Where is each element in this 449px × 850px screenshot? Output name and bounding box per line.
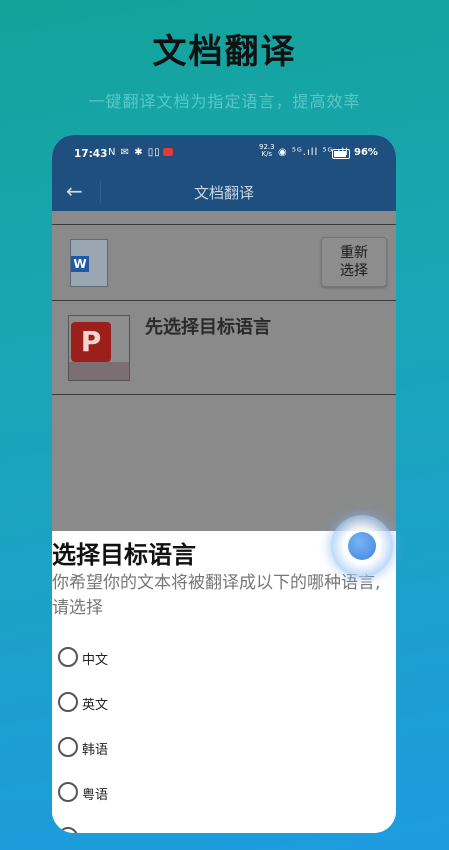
radio-button[interactable]: [58, 737, 78, 757]
notification-icons-text: N ✉ ✱ ▯▯: [108, 147, 161, 158]
radio-button[interactable]: [58, 692, 78, 712]
network-speed: 92.3 K/s: [259, 144, 275, 158]
radio-button[interactable]: [58, 827, 78, 833]
option-label: 粤语: [82, 788, 109, 803]
option-label: 日语: [82, 829, 108, 833]
sheet-description: 你希望你的文本将被翻译成以下的哪种语言,请选择: [52, 573, 381, 618]
word-file-icon[interactable]: W: [70, 239, 108, 287]
ppt-file-icon[interactable]: P: [68, 315, 130, 381]
promo-subtitle: 一键翻译文档为指定语言，提高效率: [88, 92, 361, 111]
phone-screen: 17:43 N ✉ ✱ ▯▯ 92.3 K/s ◉ ⁵ᴳ.ıll ⁵ᴳ.ıll 9…: [52, 135, 396, 833]
app-bar-title: 文档翻译: [193, 184, 254, 202]
status-notification-icons: N ✉ ✱ ▯▯: [108, 147, 173, 158]
row-divider: [52, 394, 396, 395]
app-bar: ← 文档翻译: [52, 173, 396, 211]
option-label: 中文: [82, 653, 109, 668]
row-divider: [52, 300, 396, 301]
reselect-label: 重新 选择: [340, 245, 368, 279]
option-label: 韩语: [82, 743, 109, 758]
screen-record-icon: [162, 148, 173, 156]
radio-button[interactable]: [58, 647, 78, 667]
promo-title: 文档翻译: [152, 32, 297, 72]
battery-percent: 96%: [354, 147, 378, 158]
ppt-badge: P: [71, 322, 111, 362]
language-bottom-sheet: 选择目标语言 你希望你的文本将被翻译成以下的哪种语言,请选择 中文 英文 韩语 …: [52, 531, 396, 833]
floating-assistant-button[interactable]: [331, 515, 393, 577]
status-bar: 17:43 N ✉ ✱ ▯▯ 92.3 K/s ◉ ⁵ᴳ.ıll ⁵ᴳ.ıll 9…: [52, 135, 396, 173]
option-label: 英文: [82, 698, 109, 713]
battery-icon: [332, 149, 350, 159]
speed-unit: K/s: [261, 150, 273, 158]
ppt-thumbnail: [69, 362, 129, 380]
select-language-hint: 先选择目标语言: [145, 317, 271, 338]
reselect-button[interactable]: 重新 选择: [321, 237, 387, 287]
word-badge: W: [71, 256, 89, 272]
row-divider: [52, 224, 396, 225]
sheet-title: 选择目标语言: [52, 541, 196, 569]
status-time: 17:43: [74, 148, 108, 160]
radio-button[interactable]: [58, 782, 78, 802]
